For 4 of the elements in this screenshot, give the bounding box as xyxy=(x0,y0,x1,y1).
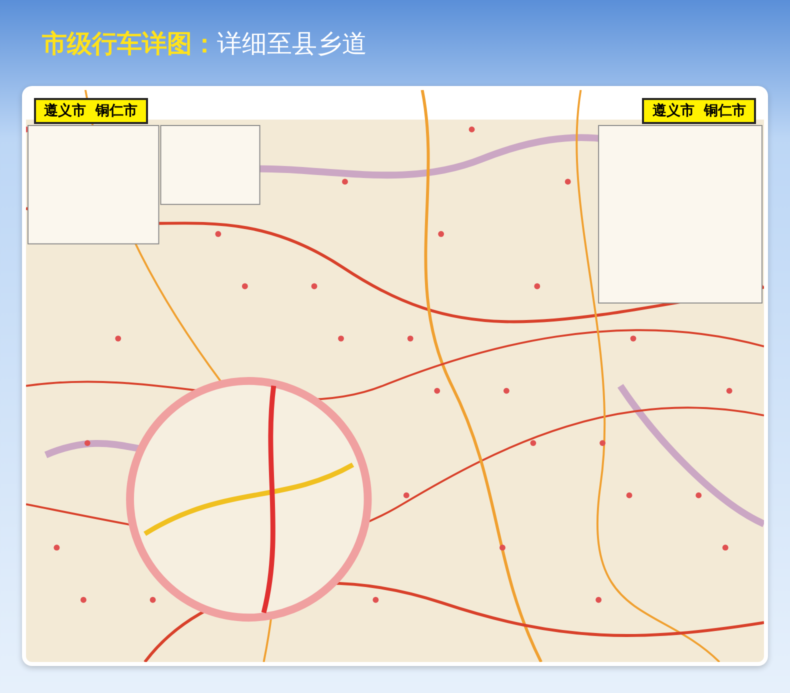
header-title-highlight: 市级行车详图： xyxy=(42,28,217,60)
map-region-label: 遵义市 铜仁市 xyxy=(34,98,148,124)
map-region-label: 遵义市 铜仁市 xyxy=(642,98,756,124)
header-title: 详细至县乡道 xyxy=(217,28,367,60)
